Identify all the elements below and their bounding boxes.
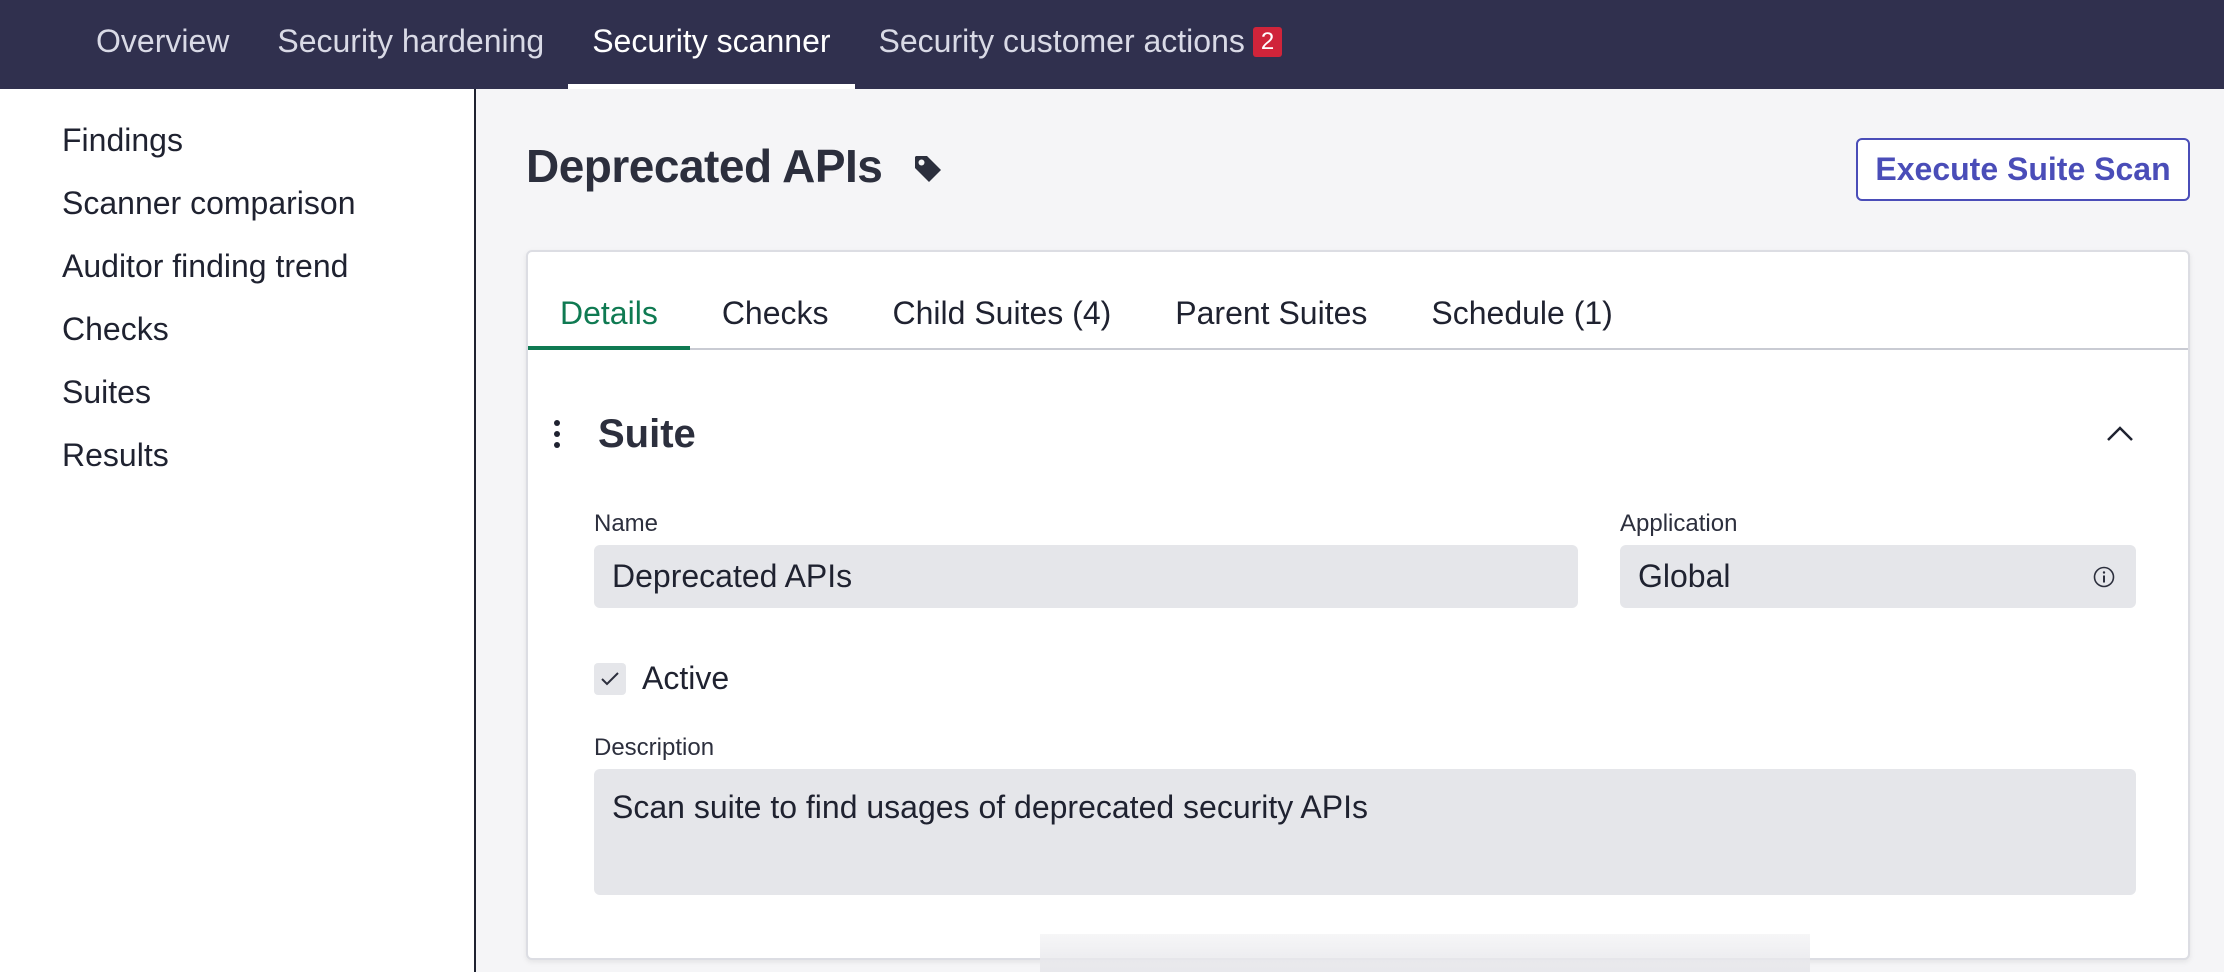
tab-details[interactable]: Details <box>528 295 690 350</box>
sidebar-item-checks[interactable]: Checks <box>0 298 474 361</box>
top-nav: Overview Security hardening Security sca… <box>0 0 2224 89</box>
sidebar: Findings Scanner comparison Auditor find… <box>0 89 476 972</box>
nav-tab-label: Overview <box>96 23 230 59</box>
description-value: Scan suite to find usages of deprecated … <box>612 789 1368 825</box>
scroll-shadow <box>1040 934 1810 972</box>
name-label: Name <box>594 510 659 537</box>
tab-child-suites[interactable]: Child Suites (4) <box>861 295 1144 348</box>
tag-icon[interactable] <box>912 153 944 185</box>
active-checkbox[interactable] <box>594 663 626 695</box>
nav-tab-security-scanner[interactable]: Security scanner <box>568 0 855 89</box>
nav-tab-label: Security hardening <box>277 23 545 59</box>
description-field[interactable]: Scan suite to find usages of deprecated … <box>594 769 2136 895</box>
page-title: Deprecated APIs <box>526 140 883 192</box>
execute-suite-scan-button[interactable]: Execute Suite Scan <box>1856 138 2190 201</box>
section-title: Suite <box>598 412 696 456</box>
tab-checks[interactable]: Checks <box>690 295 861 348</box>
name-value: Deprecated APIs <box>612 558 853 594</box>
kebab-menu-icon[interactable] <box>552 420 562 452</box>
description-label: Description <box>594 734 715 761</box>
sidebar-item-auditor-finding-trend[interactable]: Auditor finding trend <box>0 235 474 298</box>
nav-tab-security-customer-actions[interactable]: Security customer actions 2 <box>855 0 1307 89</box>
sidebar-item-scanner-comparison[interactable]: Scanner comparison <box>0 172 474 235</box>
main-content: Deprecated APIs Execute Suite Scan Detai… <box>478 89 2224 972</box>
info-icon[interactable] <box>2092 565 2116 589</box>
sidebar-item-results[interactable]: Results <box>0 424 474 487</box>
active-label: Active <box>642 660 730 696</box>
nav-tab-overview[interactable]: Overview <box>72 0 253 89</box>
chevron-up-icon[interactable] <box>2102 416 2138 452</box>
tab-parent-suites[interactable]: Parent Suites <box>1143 295 1399 348</box>
tab-schedule[interactable]: Schedule (1) <box>1399 295 1644 348</box>
nav-tab-label: Security customer actions <box>878 23 1245 59</box>
sidebar-item-findings[interactable]: Findings <box>0 109 474 172</box>
application-label: Application <box>1620 510 1738 537</box>
suite-card: Details Checks Child Suites (4) Parent S… <box>526 250 2190 960</box>
name-field[interactable]: Deprecated APIs <box>594 545 1578 608</box>
check-icon <box>601 672 619 686</box>
sidebar-item-suites[interactable]: Suites <box>0 361 474 424</box>
application-field[interactable]: Global <box>1620 545 2136 608</box>
detail-tabs: Details Checks Child Suites (4) Parent S… <box>528 252 2188 350</box>
notification-badge: 2 <box>1252 26 1283 57</box>
application-value: Global <box>1638 558 1731 594</box>
nav-tab-security-hardening[interactable]: Security hardening <box>253 0 568 89</box>
nav-tab-label: Security scanner <box>592 23 831 59</box>
